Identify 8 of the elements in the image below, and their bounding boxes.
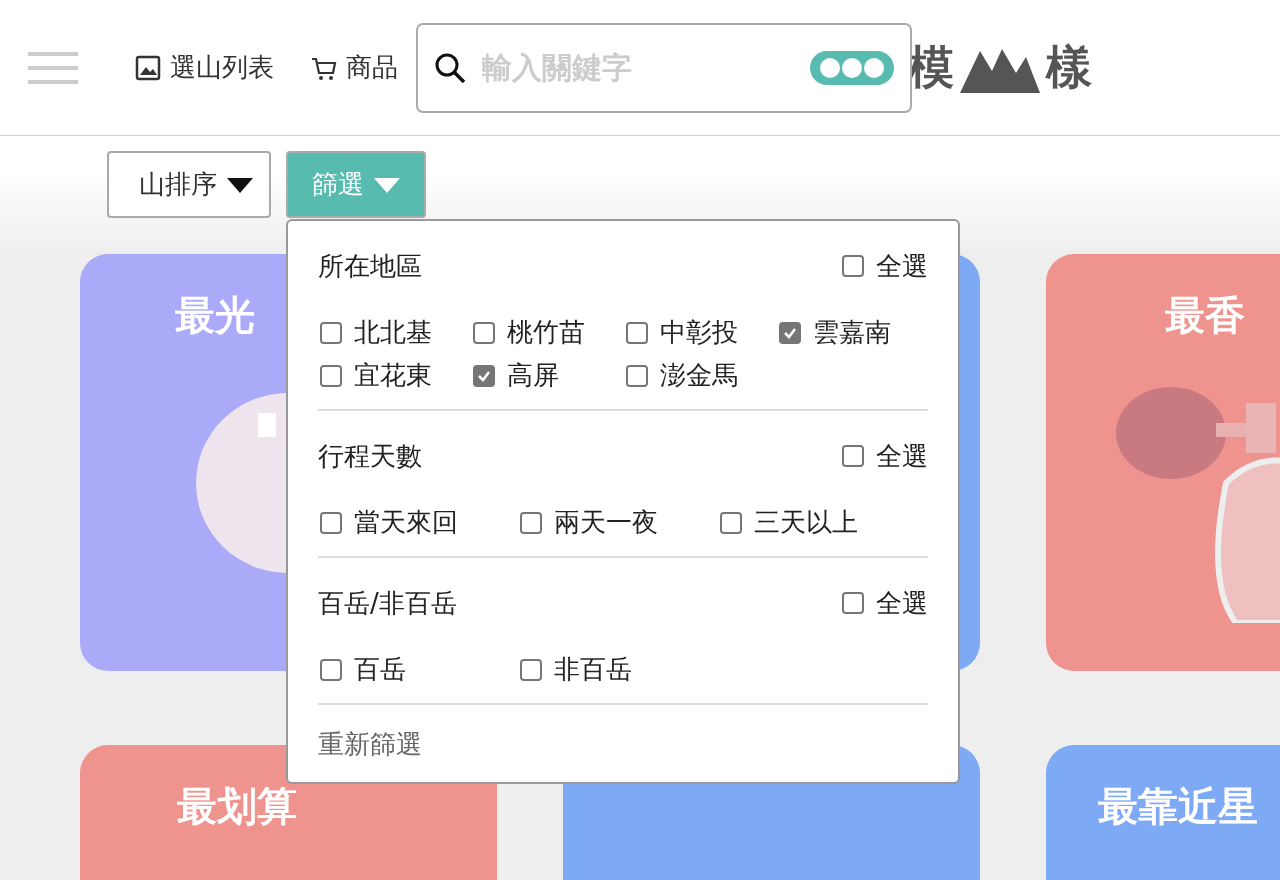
card-title: 最靠近星 <box>1098 782 1258 831</box>
card-title: 最光 <box>175 291 255 340</box>
card-title: 最划算 <box>177 782 297 831</box>
section-title: 百岳/非百岳 <box>318 586 457 620</box>
logo-text: 樣 <box>1046 38 1092 96</box>
card-title: 最香 <box>1165 291 1245 340</box>
section-title: 行程天數 <box>318 439 422 473</box>
section-title: 所在地區 <box>318 249 422 283</box>
